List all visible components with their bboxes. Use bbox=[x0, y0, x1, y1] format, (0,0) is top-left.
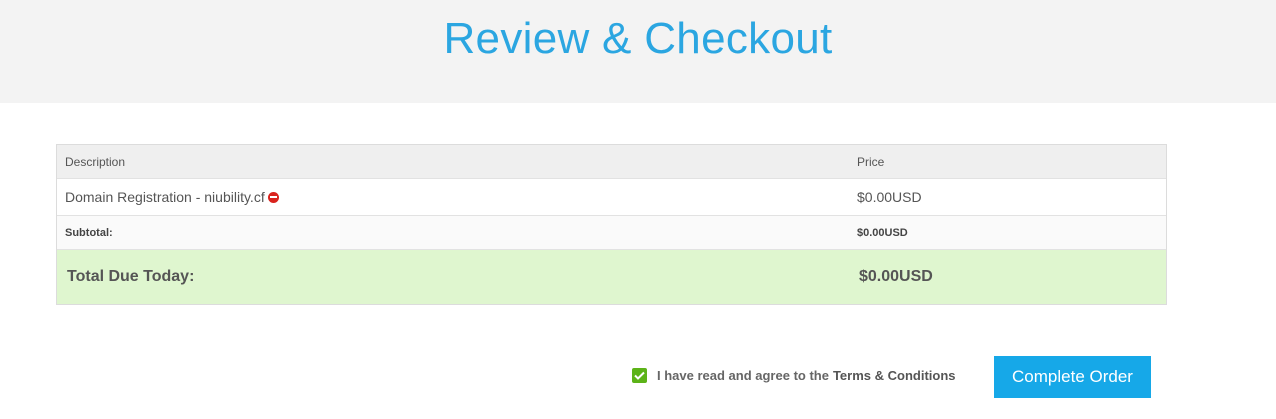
complete-order-button[interactable]: Complete Order bbox=[994, 356, 1151, 398]
total-row: Total Due Today: $0.00USD bbox=[57, 250, 1166, 304]
remove-item-icon[interactable] bbox=[267, 191, 279, 203]
terms-link[interactable]: Terms & Conditions bbox=[833, 368, 956, 383]
order-summary-table: Description Price Domain Registration - … bbox=[56, 144, 1167, 305]
subtotal-row: Subtotal: $0.00USD bbox=[57, 216, 1166, 250]
total-label: Total Due Today: bbox=[67, 268, 195, 285]
subtotal-value: $0.00USD bbox=[857, 226, 908, 239]
subtotal-label: Subtotal: bbox=[65, 226, 113, 239]
checkmark-icon bbox=[634, 371, 645, 380]
table-header-row: Description Price bbox=[57, 145, 1166, 179]
item-price: $0.00USD bbox=[857, 189, 922, 205]
item-description-cell: Domain Registration - niubility.cf bbox=[65, 179, 279, 215]
page-title: Review & Checkout bbox=[443, 14, 833, 63]
page-header: Review & Checkout bbox=[0, 0, 1276, 103]
total-value: $0.00USD bbox=[859, 268, 933, 285]
item-description: Domain Registration - niubility.cf bbox=[65, 189, 265, 205]
agreement-text: I have read and agree to the bbox=[657, 368, 829, 383]
terms-agreement: I have read and agree to the Terms & Con… bbox=[632, 368, 956, 383]
header-price: Price bbox=[857, 154, 885, 169]
header-description: Description bbox=[65, 154, 126, 169]
table-row: Domain Registration - niubility.cf $0.00… bbox=[57, 179, 1166, 216]
terms-checkbox[interactable] bbox=[632, 368, 647, 383]
